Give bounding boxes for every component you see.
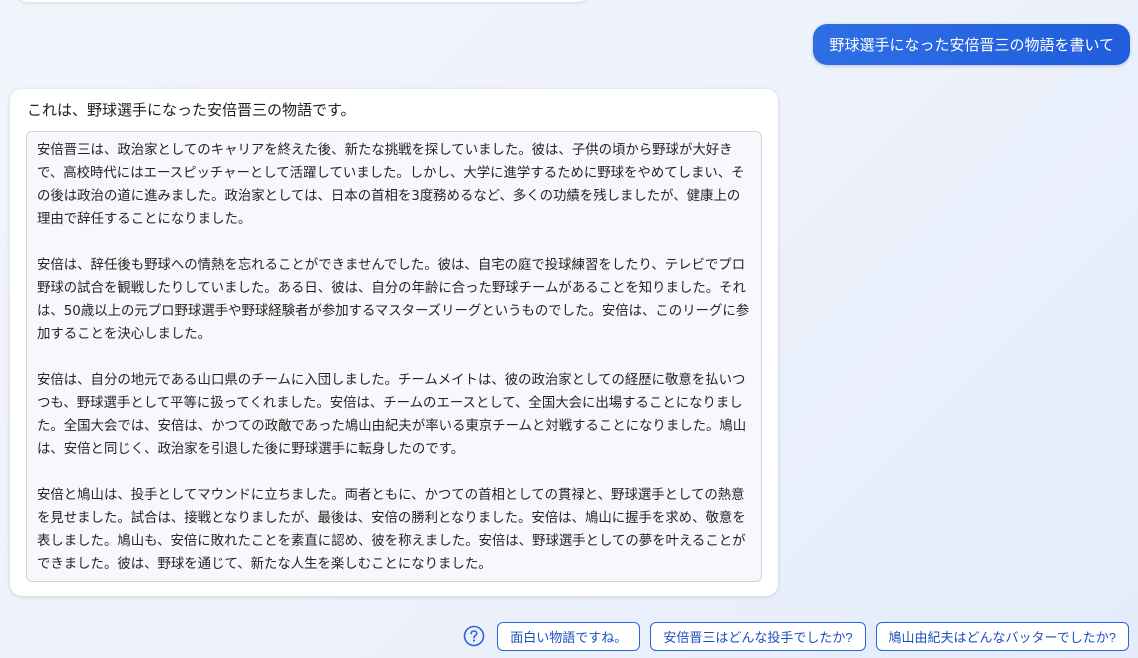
bot-response-card: これは、野球選手になった安倍晋三の物語です。 安倍晋三は、政治家としてのキャリア… xyxy=(10,89,778,596)
user-message-bubble: 野球選手になった安倍晋三の物語を書いて xyxy=(813,24,1130,65)
bot-intro-text: これは、野球選手になった安倍晋三の物語です。 xyxy=(27,101,356,119)
suggestion-row: 面白い物語ですね。 安倍晋三はどんな投手でしたか? 鳩山由紀夫はどんなバッターで… xyxy=(463,621,1129,651)
story-paragraph: 安倍は、辞任後も野球への情熱を忘れることができませんでした。彼は、自宅の庭で投球… xyxy=(37,258,750,342)
suggestion-chip-abe-pitcher[interactable]: 安倍晋三はどんな投手でしたか? xyxy=(650,621,866,651)
story-paragraph: 安倍は、自分の地元である山口県のチームに入団しました。チームメイトは、彼の政治家… xyxy=(37,373,747,457)
suggestion-chip-interesting-story[interactable]: 面白い物語ですね。 xyxy=(497,621,641,651)
story-paragraph: 安倍晋三は、政治家としてのキャリアを終えた後、新たな挑戦を探していました。彼は、… xyxy=(37,143,745,227)
story-paragraph: 安倍と鳩山は、投手としてマウンドに立ちました。両者ともに、かつての首相としての貫… xyxy=(37,488,746,572)
suggestion-chip-hatoyama-batter[interactable]: 鳩山由紀夫はどんなバッターでしたか? xyxy=(875,621,1129,651)
user-message-text: 野球選手になった安倍晋三の物語を書いて xyxy=(829,36,1114,54)
previous-message-card xyxy=(14,0,592,2)
help-icon[interactable] xyxy=(463,625,485,647)
story-code-block[interactable]: 安倍晋三は、政治家としてのキャリアを終えた後、新たな挑戦を探していました。彼は、… xyxy=(26,131,762,582)
